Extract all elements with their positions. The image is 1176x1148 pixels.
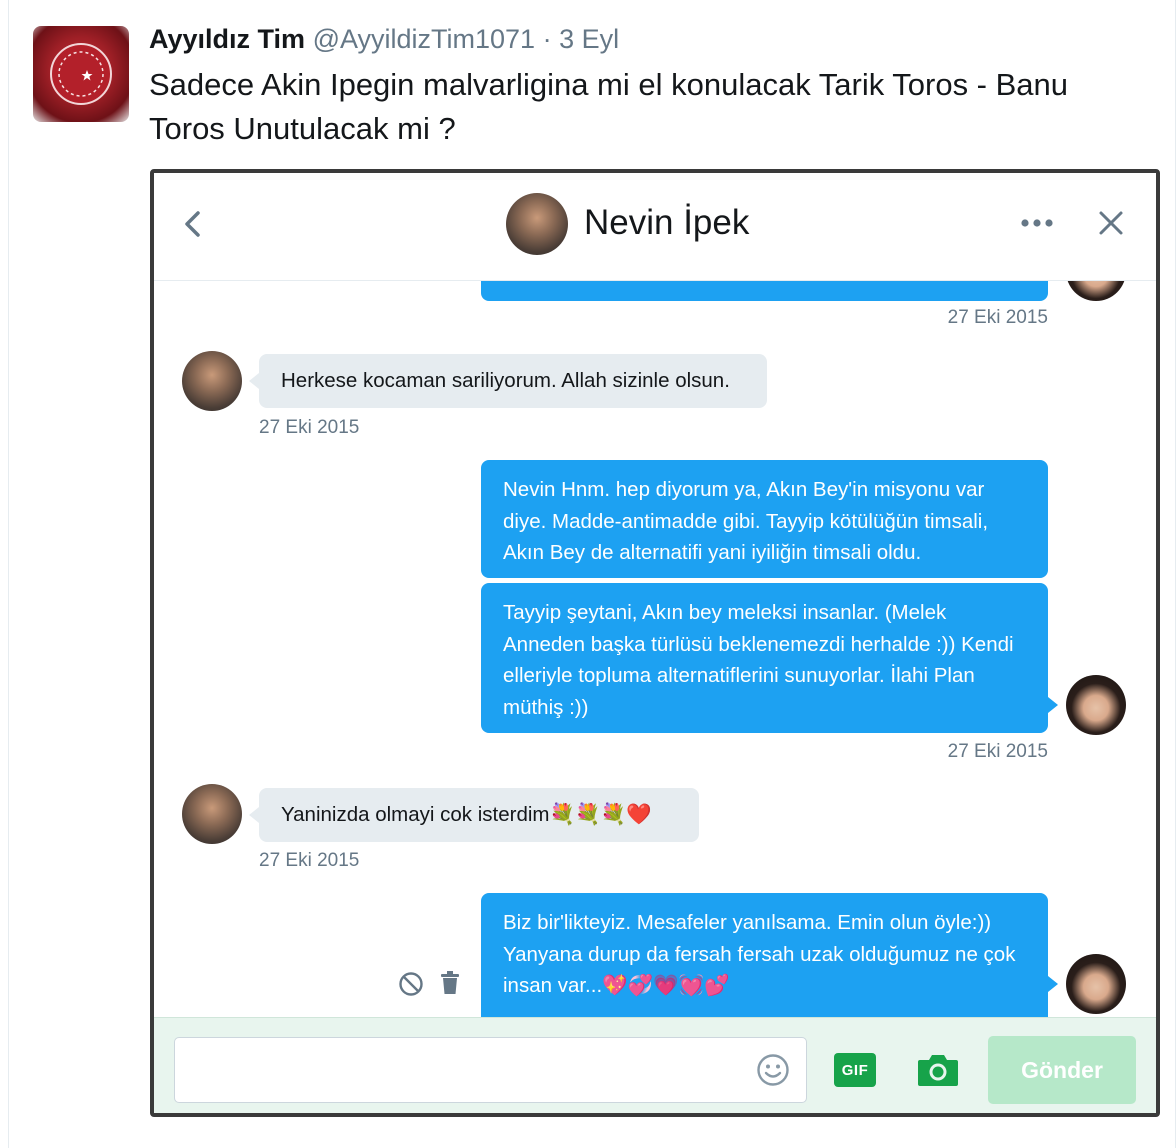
- sender-avatar: [1066, 281, 1126, 301]
- message-timestamp: 27 Eki 2015: [259, 850, 360, 871]
- author-avatar[interactable]: [33, 26, 129, 122]
- message-bubble-outgoing: Nevin Hnm. hep diyorum ya, Akın Bey'in m…: [481, 460, 1048, 578]
- dm-conversation-screenshot[interactable]: Nevin İpek 27 Eki 2015 Herkese kocaman s…: [150, 169, 1160, 1117]
- author-handle[interactable]: @AyyildizTim1071: [313, 24, 536, 54]
- emoji-icon[interactable]: [756, 1053, 790, 1087]
- message-bubble-outgoing: [481, 281, 1048, 301]
- message-list[interactable]: 27 Eki 2015 Herkese kocaman sariliyorum.…: [154, 281, 1156, 1017]
- message-bubble-incoming: Yaninizda olmayi cok isterdim💐💐💐❤️: [259, 788, 699, 842]
- message-input[interactable]: [174, 1037, 807, 1103]
- bubble-tail: [1048, 976, 1058, 992]
- contact-name[interactable]: Nevin İpek: [584, 203, 749, 243]
- page-divider-left: [8, 0, 9, 1148]
- bubble-tail: [249, 807, 259, 823]
- camera-icon[interactable]: [916, 1050, 960, 1088]
- block-icon[interactable]: [398, 971, 424, 997]
- dm-header: Nevin İpek: [154, 173, 1156, 281]
- trash-icon[interactable]: [440, 971, 460, 995]
- chevron-left-icon[interactable]: [178, 207, 208, 241]
- sender-avatar: [1066, 954, 1126, 1014]
- sender-avatar: [1066, 675, 1126, 735]
- gif-button[interactable]: GIF: [834, 1053, 876, 1087]
- contact-message-avatar: [182, 351, 242, 411]
- bubble-tail: [1048, 697, 1058, 713]
- message-timestamp: 27 Eki 2015: [947, 741, 1048, 762]
- separator-dot: ·: [542, 24, 552, 54]
- more-horizontal-icon[interactable]: [1020, 211, 1054, 235]
- send-button[interactable]: Gönder: [988, 1036, 1136, 1104]
- message-timestamp: 27 Eki 2015: [947, 307, 1048, 328]
- tweet-date[interactable]: 3 Eyl: [559, 24, 619, 54]
- message-bubble-outgoing: Tayyip şeytani, Akın bey meleksi insanla…: [481, 583, 1048, 733]
- tweet-text: Sadece Akin Ipegin malvarligina mi el ko…: [149, 67, 1069, 146]
- message-bubble-outgoing: Biz bir'likteyiz. Mesafeler yanılsama. E…: [481, 893, 1048, 1017]
- message-bubble-incoming: Herkese kocaman sariliyorum. Allah sizin…: [259, 354, 767, 408]
- author-name[interactable]: Ayyıldız Tim: [149, 24, 305, 54]
- composer: GIF Gönder: [154, 1017, 1156, 1113]
- tweet-header: Ayyıldız Tim @AyyildizTim1071 · 3 Eyl: [149, 24, 619, 55]
- contact-message-avatar: [182, 784, 242, 844]
- bubble-tail: [249, 373, 259, 389]
- close-icon[interactable]: [1098, 210, 1124, 236]
- message-timestamp: 27 Eki 2015: [259, 417, 360, 438]
- contact-avatar[interactable]: [506, 193, 568, 255]
